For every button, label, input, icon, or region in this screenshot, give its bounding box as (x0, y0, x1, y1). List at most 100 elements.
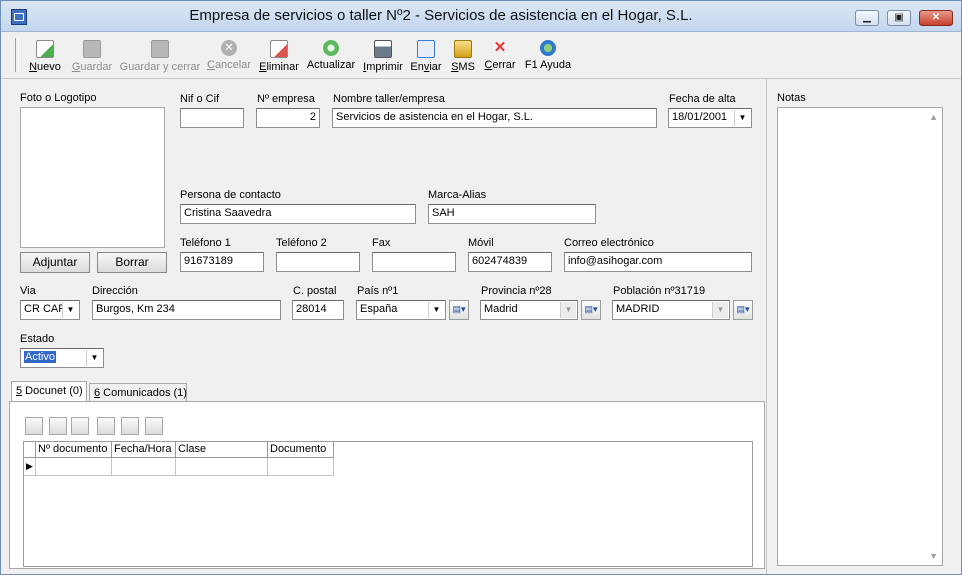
close-label: errar (492, 59, 516, 71)
date-picker[interactable]: 18/01/2001 ▼ (668, 108, 752, 128)
close-button[interactable]: ✕ Cerrar (483, 38, 517, 74)
col-header-doc-number[interactable]: Nº documento (36, 442, 112, 458)
scanner-icon[interactable] (25, 417, 43, 435)
mobile-input[interactable]: 602474839 (468, 252, 552, 272)
delete-label: liminar (266, 61, 299, 73)
contact-label: Persona de contacto (180, 189, 281, 201)
cancel-button[interactable]: ✕ Cancelar (205, 38, 253, 74)
add-document-icon[interactable] (49, 417, 67, 435)
fax-input[interactable] (372, 252, 456, 272)
scroll-up-icon[interactable]: ▲ (929, 112, 938, 122)
sms-button[interactable]: SMS (449, 38, 477, 74)
status-select[interactable]: Activo ▼ (20, 348, 104, 368)
mobile-label: Móvil (468, 237, 494, 249)
refresh-button[interactable]: Actualizar (305, 38, 357, 74)
col-header-datetime[interactable]: Fecha/Hora (112, 442, 176, 458)
list-icon: ▤▾ (736, 304, 750, 314)
scroll-down-icon[interactable]: ▼ (929, 551, 938, 561)
notes-label: Notas (777, 92, 806, 104)
delete-logo-button[interactable]: Borrar (97, 252, 167, 273)
new-hotkey: N (29, 61, 38, 73)
country-value: España (360, 303, 398, 315)
save-close-button[interactable]: Guardar y cerrar (119, 38, 201, 74)
chevron-down-icon[interactable]: ▼ (560, 302, 576, 318)
list-icon: ▤▾ (452, 304, 466, 314)
toolbar-grip[interactable] (15, 38, 19, 72)
grid-cell[interactable] (112, 458, 176, 476)
province-select[interactable]: Madrid ▼ (480, 300, 578, 320)
help-button[interactable]: F1 Ayuda (523, 38, 573, 74)
country-list-button[interactable]: ▤▾ (449, 300, 469, 320)
title-bar[interactable]: Empresa de servicios o taller Nº2 - Serv… (1, 1, 961, 32)
nif-input[interactable] (180, 108, 244, 128)
tab-docunet[interactable]: 5 Docunet (0) (11, 381, 87, 403)
new-button[interactable]: Nuevo (25, 38, 65, 74)
town-value: MADRID (616, 303, 660, 315)
notes-textarea[interactable]: ▲ ▼ (777, 107, 943, 566)
chevron-down-icon[interactable]: ▼ (62, 302, 78, 318)
tab-comunicados[interactable]: 6 Comunicados (1) (89, 383, 187, 403)
town-list-button[interactable]: ▤▾ (733, 300, 753, 320)
chevron-down-icon[interactable]: ▼ (428, 302, 444, 318)
logo-label: Foto o Logotipo (20, 92, 97, 104)
status-value: Activo (24, 351, 56, 363)
alias-label: Marca-Alias (428, 189, 487, 201)
province-list-button[interactable]: ▤▾ (581, 300, 601, 320)
send-button[interactable]: Enviar (408, 38, 444, 74)
save-button[interactable]: Guardar (69, 38, 115, 74)
edit-document-icon[interactable] (71, 417, 89, 435)
view-document-icon[interactable] (121, 417, 139, 435)
toolbar: Nuevo Guardar Guardar y cerrar ✕ Cancela… (1, 32, 961, 79)
town-select[interactable]: MADRID ▼ (612, 300, 730, 320)
address-label: Dirección (92, 285, 138, 297)
grid-cell[interactable] (36, 458, 112, 476)
delete-doc-icon (270, 40, 288, 58)
phone2-input[interactable] (276, 252, 360, 272)
col-header-class[interactable]: Clase (176, 442, 268, 458)
maximize-button[interactable]: ▣ (887, 10, 911, 26)
email-label: Correo electrónico (564, 237, 654, 249)
alias-input[interactable]: SAH (428, 204, 596, 224)
contact-input[interactable]: Cristina Saavedra (180, 204, 416, 224)
copy-document-icon[interactable] (145, 417, 163, 435)
email-input[interactable]: info@asihogar.com (564, 252, 752, 272)
attach-button[interactable]: Adjuntar (20, 252, 90, 273)
print-button[interactable]: Imprimir (362, 38, 404, 74)
chevron-down-icon[interactable]: ▼ (712, 302, 728, 318)
grid-cell[interactable] (268, 458, 334, 476)
app-window: Empresa de servicios o taller Nº2 - Serv… (0, 0, 962, 575)
refresh-label: Actualizar (306, 59, 356, 71)
row-indicator-icon: ▶ (24, 458, 36, 476)
close-window-button[interactable]: ✕ (919, 10, 953, 26)
list-icon: ▤▾ (584, 304, 598, 314)
save-label: uardar (80, 61, 113, 73)
col-header-document[interactable]: Documento (268, 442, 334, 458)
tab-docunet-label: Docunet (0) (22, 385, 83, 397)
country-select[interactable]: España ▼ (356, 300, 446, 320)
minimize-button[interactable]: ▁ (855, 10, 879, 26)
refresh-icon (323, 40, 339, 56)
company-name-input[interactable]: Servicios de asistencia en el Hogar, S.L… (332, 108, 657, 128)
chevron-down-icon[interactable]: ▼ (86, 350, 102, 366)
tab-comunicados-label: Comunicados (1) (100, 387, 187, 399)
window-title: Empresa de servicios o taller Nº2 - Serv… (189, 7, 693, 24)
chevron-down-icon[interactable]: ▼ (734, 110, 750, 126)
town-label: Población nº31719 (613, 285, 706, 297)
export-document-icon[interactable] (97, 417, 115, 435)
company-number-input[interactable]: 2 (256, 108, 320, 128)
grid-cell[interactable] (176, 458, 268, 476)
logo-box[interactable] (20, 107, 165, 248)
phone1-input[interactable]: 91673189 (180, 252, 264, 272)
via-select[interactable]: CR CAR ▼ (20, 300, 80, 320)
date-value: 18/01/2001 (672, 111, 728, 123)
via-label: Via (20, 285, 36, 297)
province-label: Provincia nº28 (481, 285, 552, 297)
cancel-label: ancelar (214, 59, 252, 71)
printer-icon (374, 40, 392, 58)
address-input[interactable]: Burgos, Km 234 (92, 300, 281, 320)
cancel-hotkey: C (206, 59, 215, 71)
postal-code-input[interactable]: 28014 (292, 300, 344, 320)
new-doc-icon (36, 40, 54, 58)
delete-button[interactable]: Eliminar (258, 38, 300, 74)
documents-grid[interactable]: Nº documento Fecha/Hora Clase Documento … (23, 441, 753, 567)
